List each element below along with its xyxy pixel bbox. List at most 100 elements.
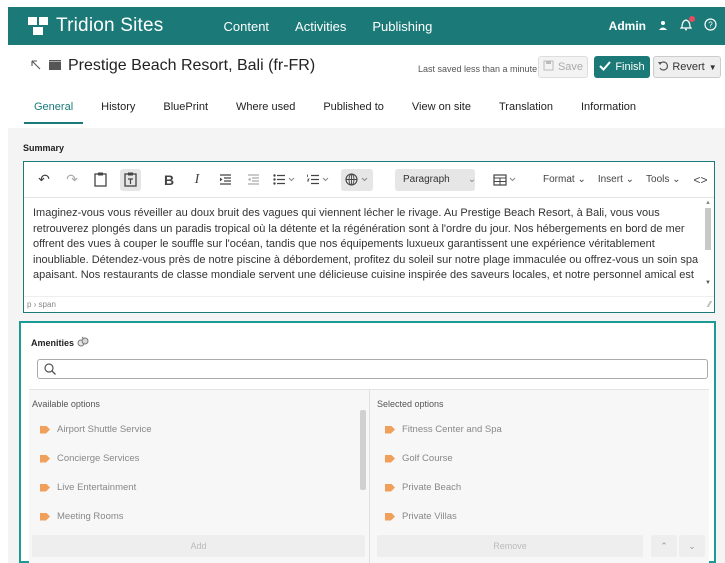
- list-item[interactable]: Golf Course: [385, 453, 453, 464]
- summary-rich-text-editor[interactable]: ↶ ↷ B I Paragraph ⌄ Format ⌄ Insert ⌄ To…: [23, 161, 715, 313]
- option-label: Private Beach: [402, 482, 462, 493]
- tab-published-to[interactable]: Published to: [313, 101, 394, 124]
- amenities-label: Amenities: [31, 338, 75, 348]
- tab-blueprint[interactable]: BluePrint: [153, 101, 218, 124]
- tag-icon: [40, 425, 50, 434]
- check-icon: [599, 60, 612, 74]
- tag-icon: [385, 425, 395, 434]
- help-icon[interactable]: ?: [704, 18, 717, 34]
- user-icon[interactable]: [658, 19, 668, 33]
- tab-view-on-site[interactable]: View on site: [402, 101, 481, 124]
- save-button[interactable]: Save: [538, 56, 588, 78]
- localize-icon[interactable]: [77, 336, 89, 350]
- italic-icon[interactable]: I: [189, 169, 205, 191]
- nav-publishing[interactable]: Publishing: [372, 19, 432, 34]
- undo-icon: [657, 60, 669, 74]
- list-item[interactable]: Private Beach: [385, 482, 461, 493]
- outdent-icon[interactable]: [245, 169, 261, 191]
- tridion-logo-icon: [28, 17, 50, 35]
- tag-icon: [385, 483, 395, 492]
- tab-bar: General History BluePrint Where used Pub…: [24, 101, 654, 124]
- component-icon: [48, 59, 62, 74]
- page-title: Prestige Beach Resort, Bali (fr-FR): [68, 57, 316, 74]
- brand[interactable]: Tridion Sites: [28, 15, 164, 37]
- list-item[interactable]: Private Villas: [385, 511, 457, 522]
- option-label: Live Entertainment: [57, 482, 137, 493]
- summary-label: Summary: [23, 143, 65, 153]
- editor-toolbar: ↶ ↷ B I Paragraph ⌄ Format ⌄ Insert ⌄ To…: [24, 162, 714, 198]
- tag-icon: [40, 483, 50, 492]
- paste-icon[interactable]: [92, 169, 108, 191]
- revert-button[interactable]: Revert ▼: [653, 56, 721, 78]
- scroll-up-icon[interactable]: ▲: [705, 200, 711, 206]
- save-label: Save: [557, 61, 584, 73]
- selected-options-header: Selected options: [377, 399, 444, 409]
- move-up-button[interactable]: ⌃: [651, 535, 677, 557]
- item-header: Prestige Beach Resort, Bali (fr-FR) Last…: [8, 45, 725, 137]
- bullet-list-icon[interactable]: [273, 169, 295, 191]
- chevron-up-icon: ⌃: [660, 540, 668, 551]
- user-name[interactable]: Admin: [609, 19, 646, 33]
- tag-icon: [40, 512, 50, 521]
- redo-icon[interactable]: ↷: [64, 169, 80, 191]
- tab-history[interactable]: History: [91, 101, 145, 124]
- paste-as-text-icon[interactable]: [120, 168, 141, 191]
- top-navigation-bar: Tridion Sites Content Activities Publish…: [8, 7, 725, 45]
- summary-text[interactable]: Imaginez-vous vous réveiller au doux bru…: [33, 206, 699, 282]
- save-status: Last saved less than a minute: [418, 64, 538, 74]
- numbered-list-icon[interactable]: [307, 169, 329, 191]
- top-right-actions: Admin ?: [609, 16, 717, 34]
- list-item[interactable]: Live Entertainment: [40, 482, 136, 493]
- insert-menu[interactable]: Insert ⌄: [598, 169, 634, 191]
- tab-general[interactable]: General: [24, 101, 84, 124]
- amenities-label-row: Amenities: [31, 336, 89, 350]
- scrollbar-thumb[interactable]: [705, 208, 711, 250]
- bold-icon[interactable]: B: [161, 169, 177, 191]
- tab-where-used[interactable]: Where used: [226, 101, 305, 124]
- element-path-text: p › span: [27, 300, 56, 309]
- available-options-header: Available options: [32, 399, 100, 409]
- chevron-down-icon: ⌄: [688, 540, 696, 551]
- remove-button[interactable]: Remove: [377, 535, 643, 557]
- undo-icon[interactable]: ↶: [36, 169, 52, 191]
- list-item[interactable]: Airport Shuttle Service: [40, 424, 152, 435]
- resize-handle-icon[interactable]: ⁄⁄: [708, 297, 711, 312]
- amenities-search-input[interactable]: [37, 359, 708, 379]
- tab-information[interactable]: Information: [571, 101, 646, 124]
- main-nav: Content Activities Publishing: [224, 19, 433, 34]
- block-format-value: Paragraph: [403, 174, 450, 185]
- nav-content[interactable]: Content: [224, 19, 270, 34]
- list-item[interactable]: Fitness Center and Spa: [385, 424, 502, 435]
- nav-activities[interactable]: Activities: [295, 19, 346, 34]
- source-code-icon[interactable]: <>: [693, 169, 709, 191]
- amenities-option-panes: Available options Selected options Airpo…: [29, 389, 709, 563]
- available-options-scrollbar[interactable]: [360, 410, 366, 490]
- option-label: Golf Course: [402, 453, 453, 464]
- list-item[interactable]: Concierge Services: [40, 453, 139, 464]
- element-path: p › span ⁄⁄: [24, 296, 714, 312]
- table-icon[interactable]: [493, 169, 517, 191]
- revert-label: Revert: [672, 61, 705, 73]
- collapse-icon[interactable]: [30, 59, 42, 74]
- title-row: Prestige Beach Resort, Bali (fr-FR): [30, 57, 315, 75]
- language-icon[interactable]: [341, 168, 373, 191]
- svg-text:?: ?: [708, 21, 713, 30]
- move-down-button[interactable]: ⌄: [679, 535, 705, 557]
- search-icon: [44, 363, 56, 378]
- block-format-select[interactable]: Paragraph ⌄: [395, 168, 476, 191]
- option-label: Concierge Services: [57, 453, 140, 464]
- finish-button[interactable]: Finish: [594, 56, 650, 78]
- tag-icon: [385, 512, 395, 521]
- scroll-down-icon[interactable]: ▼: [705, 280, 711, 286]
- list-item[interactable]: Meeting Rooms: [40, 511, 124, 522]
- format-menu[interactable]: Format ⌄: [543, 169, 586, 191]
- add-button[interactable]: Add: [32, 535, 365, 557]
- save-icon: [543, 60, 554, 74]
- tools-menu[interactable]: Tools ⌄: [646, 169, 681, 191]
- indent-icon[interactable]: [217, 169, 233, 191]
- tab-translation[interactable]: Translation: [489, 101, 563, 124]
- editor-scrollbar[interactable]: ▲ ▼: [704, 200, 712, 286]
- notifications-icon[interactable]: [679, 16, 695, 34]
- option-label: Meeting Rooms: [57, 511, 124, 522]
- option-label: Airport Shuttle Service: [57, 424, 152, 435]
